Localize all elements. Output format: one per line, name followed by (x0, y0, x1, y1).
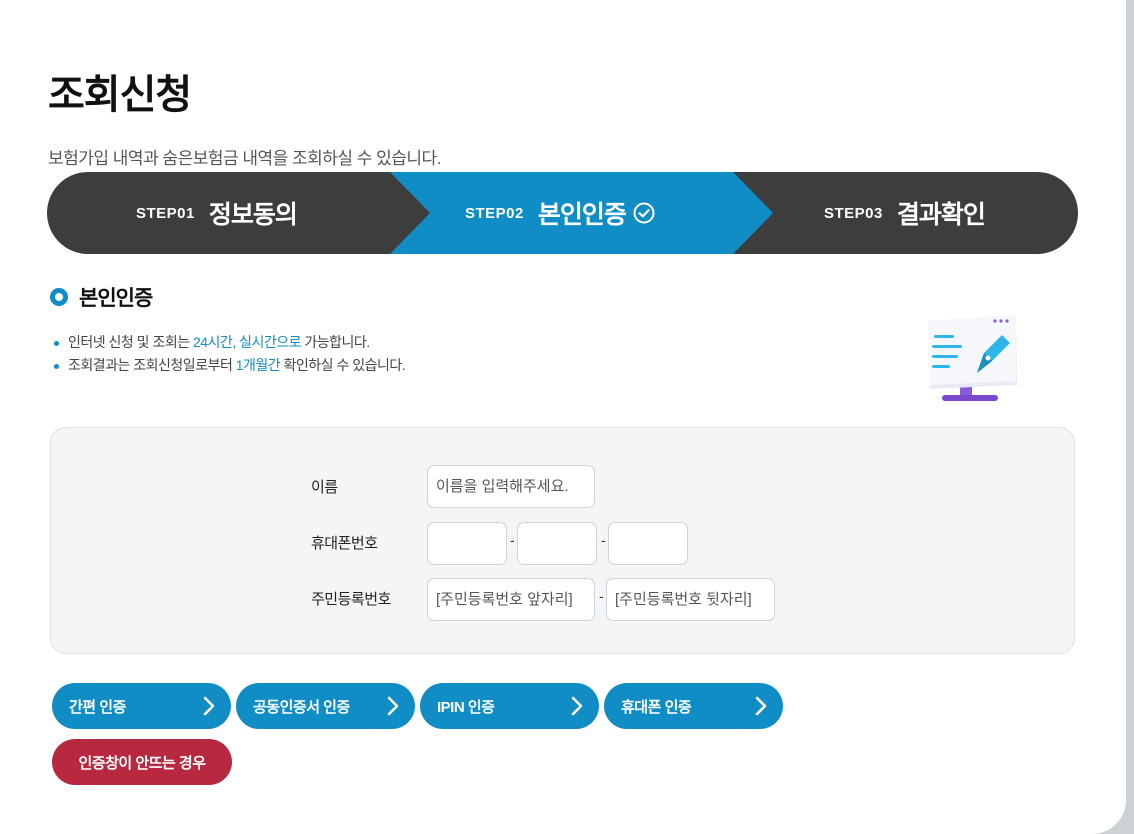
page-subtitle: 보험가입 내역과 숨은보험금 내역을 조회하실 수 있습니다. (48, 149, 441, 168)
step-progress: STEP01 정보동의 STEP02 본인인증 STEP03 결과확인 (47, 172, 1078, 254)
step-1: STEP01 정보동의 (136, 172, 298, 254)
note-highlight: 1개월간 (235, 357, 281, 373)
step-1-number: STEP01 (136, 204, 195, 222)
button-label: 간편 인증 (69, 698, 126, 716)
button-label: 휴대폰 인증 (621, 698, 692, 716)
step-3-label: 결과확인 (896, 201, 986, 229)
step-1-label: 정보동의 (208, 201, 298, 229)
page-title: 조회신청 (48, 73, 192, 117)
step-2-number: STEP02 (465, 204, 524, 222)
note-highlight: 24시간, 실시간으로 (192, 334, 302, 350)
rrn-front-input[interactable] (427, 578, 595, 621)
note-text: 조회결과는 조회신청일로부터 (68, 357, 236, 373)
button-label: 공동인증서 인증 (253, 698, 350, 716)
phone-part3-input[interactable] (608, 522, 688, 565)
chevron-right-icon (387, 696, 399, 716)
step-2: STEP02 본인인증 (465, 172, 655, 254)
note-text: 가능합니다. (301, 334, 370, 350)
phone-separator: - (510, 532, 515, 548)
monitor-pen-icon (928, 315, 1017, 401)
note-text: 확인하실 수 있습니다. (280, 357, 406, 373)
button-label: IPIN 인증 (437, 698, 495, 716)
section-header: 본인인증 (50, 282, 153, 312)
info-notes: 인터넷 신청 및 조회는 24시간, 실시간으로 가능합니다. 조회결과는 조회… (54, 331, 406, 377)
step-2-label: 본인인증 (537, 201, 627, 229)
auth-popup-help-button[interactable]: 인증창이 안뜨는 경우 (52, 739, 232, 785)
ring-bullet-icon (50, 288, 68, 306)
chevron-right-icon (755, 696, 767, 716)
section-title: 본인인증 (79, 287, 153, 310)
step-3-number: STEP03 (824, 204, 883, 222)
check-circle-icon (633, 202, 655, 224)
rrn-label: 주민등록번호 (311, 591, 391, 608)
simple-auth-button[interactable]: 간편 인증 (52, 683, 231, 729)
phone-label: 휴대폰번호 (311, 535, 378, 552)
chevron-right-icon (571, 696, 583, 716)
ipin-auth-button[interactable]: IPIN 인증 (420, 683, 599, 729)
chevron-right-icon (203, 696, 215, 716)
step-3: STEP03 결과확인 (824, 172, 986, 254)
phone-separator: - (601, 532, 606, 548)
phone-part2-input[interactable] (517, 522, 597, 565)
rrn-back-input[interactable] (606, 578, 775, 621)
note-item: 조회결과는 조회신청일로부터 1개월간 확인하실 수 있습니다. (54, 354, 406, 377)
note-item: 인터넷 신청 및 조회는 24시간, 실시간으로 가능합니다. (54, 331, 405, 354)
phone-auth-button[interactable]: 휴대폰 인증 (604, 683, 783, 729)
button-label: 인증창이 안뜨는 경우 (78, 754, 206, 772)
note-text: 인터넷 신청 및 조회는 (68, 334, 193, 350)
phone-part1-input[interactable] (427, 522, 507, 565)
name-input[interactable] (427, 465, 595, 508)
certificate-auth-button[interactable]: 공동인증서 인증 (236, 683, 415, 729)
name-label: 이름 (311, 479, 338, 496)
rrn-separator: - (599, 588, 604, 604)
